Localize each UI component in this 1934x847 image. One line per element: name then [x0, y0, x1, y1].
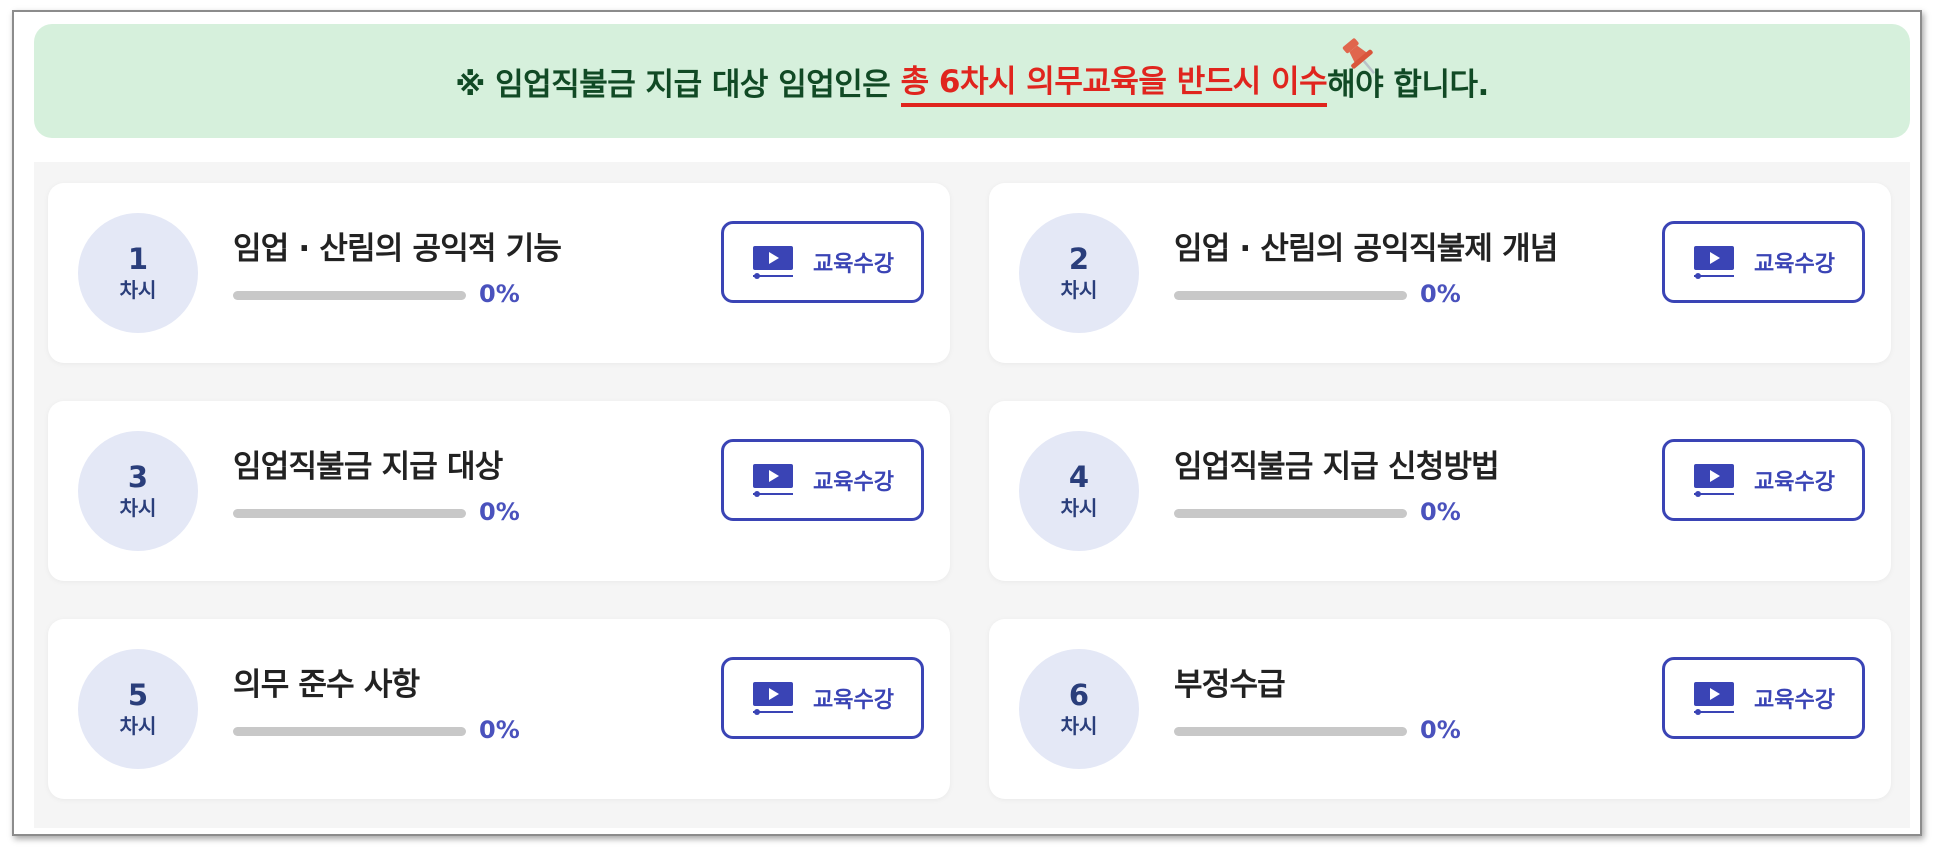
start-course-label: 교육수강: [813, 688, 894, 713]
start-course-button[interactable]: 교육수강: [1662, 221, 1865, 303]
start-course-label: 교육수강: [813, 252, 894, 277]
progress-percent: 0%: [1420, 498, 1461, 526]
lesson-unit: 차시: [1060, 713, 1098, 738]
lesson-card: 3 차시 임업직불금 지급 대상 0% 교육수강: [48, 401, 950, 581]
start-course-button[interactable]: 교육수강: [721, 439, 924, 521]
lesson-unit: 차시: [119, 495, 157, 520]
lesson-number-badge: 4 차시: [1019, 431, 1139, 551]
progress-bar: [1174, 509, 1407, 518]
progress-bar: [233, 509, 466, 518]
lesson-number: 4: [1068, 460, 1090, 495]
progress-bar: [1174, 727, 1407, 736]
page-frame: ※ 임업직불금 지급 대상 임업인은 총 6차시 의무교육을 반드시 이수 해야…: [12, 10, 1922, 836]
lesson-title: 부정수급: [1174, 667, 1286, 703]
progress-percent: 0%: [479, 716, 520, 744]
lesson-unit: 차시: [1060, 495, 1098, 520]
lesson-number: 5: [127, 678, 149, 713]
lesson-number-badge: 5 차시: [78, 649, 198, 769]
lesson-title: 임업 · 산림의 공익직불제 개념: [1174, 231, 1558, 267]
progress-percent: 0%: [479, 498, 520, 526]
lesson-number-badge: 6 차시: [1019, 649, 1139, 769]
lesson-title: 임업직불금 지급 신청방법: [1174, 449, 1500, 485]
video-play-icon: [753, 464, 794, 497]
notice-highlight: 총 6차시 의무교육을 반드시 이수: [900, 56, 1328, 107]
lesson-card: 4 차시 임업직불금 지급 신청방법 0% 교육수강: [989, 401, 1891, 581]
video-play-icon: [1694, 464, 1735, 497]
progress-bar: [1174, 291, 1407, 300]
lesson-card: 2 차시 임업 · 산림의 공익직불제 개념 0% 교육수강: [989, 183, 1891, 363]
lesson-number: 3: [127, 460, 149, 495]
video-play-icon: [1694, 682, 1735, 715]
progress-bar: [233, 727, 466, 736]
lesson-unit: 차시: [1060, 277, 1098, 302]
start-course-label: 교육수강: [1754, 470, 1835, 495]
video-play-icon: [753, 246, 794, 279]
lesson-card: 1 차시 임업 · 산림의 공익적 기능 0% 교육수강: [48, 183, 950, 363]
progress-bar: [233, 291, 466, 300]
start-course-label: 교육수강: [813, 470, 894, 495]
start-course-button[interactable]: 교육수강: [721, 221, 924, 303]
lesson-number: 1: [127, 242, 149, 277]
progress-percent: 0%: [1420, 280, 1461, 308]
progress-percent: 0%: [479, 280, 520, 308]
start-course-button[interactable]: 교육수강: [721, 657, 924, 739]
notice-prefix: ※ 임업직불금 지급 대상 임업인은: [455, 66, 901, 103]
lesson-title: 임업 · 산림의 공익적 기능: [233, 231, 562, 267]
start-course-label: 교육수강: [1754, 252, 1835, 277]
notice-banner: ※ 임업직불금 지급 대상 임업인은 총 6차시 의무교육을 반드시 이수 해야…: [34, 24, 1910, 138]
lesson-unit: 차시: [119, 277, 157, 302]
start-course-button[interactable]: 교육수강: [1662, 439, 1865, 521]
start-course-label: 교육수강: [1754, 688, 1835, 713]
lesson-unit: 차시: [119, 713, 157, 738]
progress-percent: 0%: [1420, 716, 1461, 744]
video-play-icon: [1694, 246, 1735, 279]
start-course-button[interactable]: 교육수강: [1662, 657, 1865, 739]
lesson-number-badge: 3 차시: [78, 431, 198, 551]
lesson-card: 5 차시 의무 준수 사항 0% 교육수강: [48, 619, 950, 799]
lesson-number-badge: 1 차시: [78, 213, 198, 333]
lesson-title: 의무 준수 사항: [233, 667, 420, 703]
lesson-number: 6: [1068, 678, 1090, 713]
lesson-card: 6 차시 부정수급 0% 교육수강: [989, 619, 1891, 799]
video-play-icon: [753, 682, 794, 715]
pushpin-icon: [1342, 38, 1376, 74]
lesson-number: 2: [1068, 242, 1090, 277]
lesson-number-badge: 2 차시: [1019, 213, 1139, 333]
lesson-title: 임업직불금 지급 대상: [233, 449, 503, 485]
